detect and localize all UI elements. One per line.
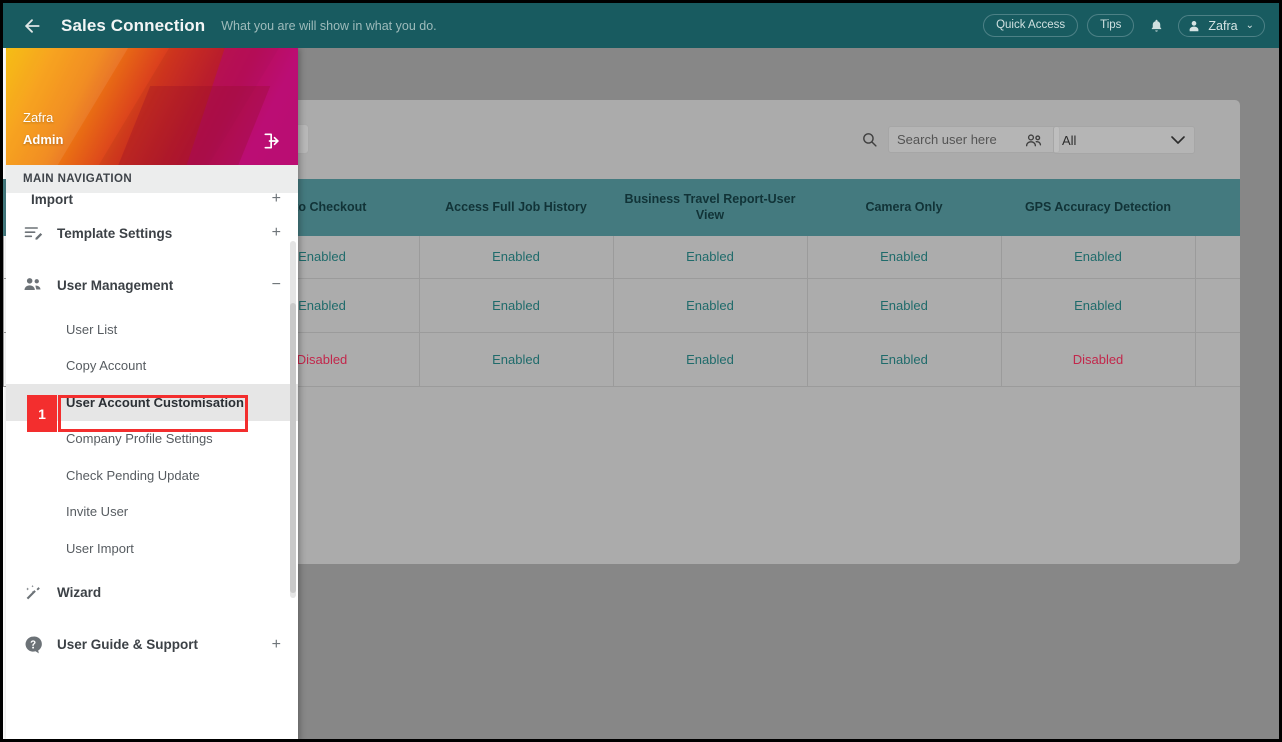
sidebar-subitem-label: Invite User: [66, 504, 129, 520]
sidebar-scrollbar[interactable]: [290, 241, 296, 598]
table-col-camera-only[interactable]: Camera Only: [807, 179, 1001, 236]
chevron-down-icon: [1171, 136, 1185, 145]
sidebar-subitem-user-list[interactable]: User List: [6, 311, 298, 348]
user-type-filter-select[interactable]: All: [1053, 126, 1195, 154]
sidebar-item-user-guide-support[interactable]: User Guide & Support +: [6, 619, 298, 671]
sidebar-item-expander[interactable]: +: [272, 193, 281, 207]
table-cell-camera-only[interactable]: Enabled: [807, 332, 1002, 387]
profile-banner: Zafra Admin: [6, 48, 298, 165]
table-col-business-travel-report[interactable]: Business Travel Report-User View: [613, 179, 807, 236]
users-icon: [23, 275, 49, 295]
table-cell-gps-accuracy-detection[interactable]: Enabled: [1001, 278, 1196, 333]
sidebar-item-expander[interactable]: +: [272, 225, 281, 241]
table-cell-gps-accuracy-detection[interactable]: Disabled: [1001, 332, 1196, 387]
table-cell-camera-only[interactable]: Enabled: [807, 236, 1002, 279]
user-name-label: Zafra: [1208, 18, 1238, 33]
quick-access-button[interactable]: Quick Access: [983, 14, 1079, 37]
sidebar-subitem-copy-account[interactable]: Copy Account: [6, 348, 298, 385]
sidebar-item-expander[interactable]: +: [272, 636, 281, 653]
sidebar-subitem-label: Copy Account: [66, 358, 147, 374]
sidebar-subitem-label: Check Pending Update: [66, 467, 200, 483]
sidebar-item-label: Template Settings: [57, 225, 173, 241]
template-icon: [23, 223, 49, 243]
logout-icon[interactable]: [261, 130, 283, 152]
table-cell-access-full-job-history[interactable]: Enabled: [419, 278, 614, 333]
annotation-step-badge: 1: [27, 395, 57, 432]
sidebar-item-label: User Management: [57, 277, 174, 293]
header-actions: Quick Access Tips Zafra ⌄: [983, 13, 1265, 39]
chevron-down-icon: ⌄: [1245, 20, 1254, 31]
sidebar-subitem-invite-user[interactable]: Invite User: [6, 494, 298, 531]
sidebar-item-expander[interactable]: −: [272, 277, 281, 293]
table-cell-trailing: [1195, 236, 1240, 279]
sidebar-subitem-label: Company Profile Settings: [66, 431, 213, 447]
user-menu-button[interactable]: Zafra ⌄: [1178, 14, 1265, 37]
bell-icon[interactable]: [1143, 13, 1169, 39]
app-window: Sales Connection What you are will show …: [0, 0, 1282, 742]
avatar-icon: [1190, 20, 1199, 31]
table-col-access-full-job-history[interactable]: Access Full Job History: [419, 179, 613, 236]
sidebar-subitem-label: User Account Customisation: [66, 394, 244, 410]
app-title: Sales Connection: [61, 15, 206, 35]
wand-icon: [23, 583, 49, 603]
sidebar-subitem-check-pending-update[interactable]: Check Pending Update: [6, 457, 298, 494]
table-cell-trailing: [1195, 278, 1240, 333]
table-cell-access-full-job-history[interactable]: Enabled: [419, 332, 614, 387]
table-col-gps-accuracy-detection[interactable]: GPS Accuracy Detection: [1001, 179, 1195, 236]
tips-button[interactable]: Tips: [1087, 14, 1135, 37]
nav-section-title: MAIN NAVIGATION: [6, 165, 298, 193]
sidebar-nav-list: Template Settings + User Management − Us…: [6, 207, 298, 671]
sidebar-item-wizard[interactable]: Wizard: [6, 567, 298, 619]
profile-name: Zafra: [23, 110, 54, 125]
sidebar-item-user-management[interactable]: User Management −: [6, 259, 298, 311]
table-cell-business-travel-report[interactable]: Enabled: [613, 332, 808, 387]
sidebar-item-label: Wizard: [57, 585, 102, 600]
help-icon: [23, 635, 49, 655]
sidebar-subitem-label: User List: [66, 321, 118, 337]
profile-role: Admin: [23, 132, 64, 147]
table-cell-gps-accuracy-detection[interactable]: Enabled: [1001, 236, 1196, 279]
table-col-trailing: [1195, 179, 1240, 236]
table-cell-camera-only[interactable]: Enabled: [807, 278, 1002, 333]
table-cell-access-full-job-history[interactable]: Enabled: [419, 236, 614, 279]
table-cell-business-travel-report[interactable]: Enabled: [613, 236, 808, 279]
filter-area: All: [1025, 126, 1195, 154]
people-filter-icon: [1025, 133, 1043, 148]
arrow-left-icon[interactable]: [19, 13, 45, 39]
sidebar-subitem-label: User Import: [66, 540, 134, 556]
app-tagline: What you are will show in what you do.: [221, 18, 437, 33]
table-cell-trailing: [1195, 332, 1240, 387]
top-header-bar: Sales Connection What you are will show …: [3, 3, 1279, 48]
sidebar-item-import[interactable]: Import +: [6, 193, 298, 207]
filter-selected-value: All: [1062, 132, 1077, 148]
sidebar-item-template-settings[interactable]: Template Settings +: [6, 207, 298, 259]
sidebar-subitem-user-import[interactable]: User Import: [6, 530, 298, 567]
sidebar-item-label: Import: [31, 193, 73, 207]
sidebar-item-label: User Guide & Support: [57, 637, 199, 652]
table-cell-business-travel-report[interactable]: Enabled: [613, 278, 808, 333]
search-icon: [861, 131, 878, 148]
scrollbar-thumb[interactable]: [290, 303, 296, 593]
